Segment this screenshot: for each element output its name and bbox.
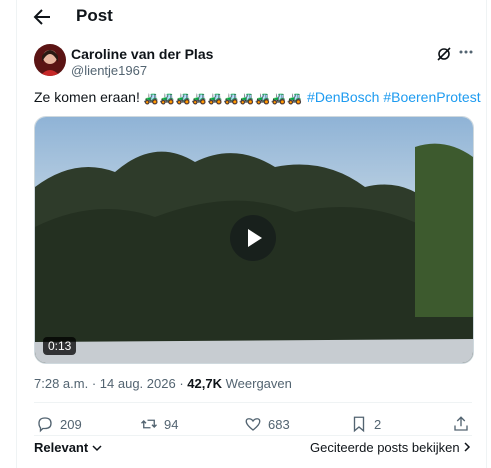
tractor-emoji-row: 🚜🚜🚜🚜🚜🚜🚜🚜🚜🚜 <box>143 91 304 105</box>
chevron-right-icon <box>464 442 471 452</box>
like-button[interactable]: 683 <box>244 414 290 434</box>
author-name[interactable]: Caroline van der Plas <box>71 46 213 62</box>
arrow-left-icon[interactable] <box>30 5 54 29</box>
divider-2 <box>34 435 472 436</box>
tweet-text: Ze komen eraan! 🚜🚜🚜🚜🚜🚜🚜🚜🚜🚜 #DenBosch #Bo… <box>34 89 481 105</box>
bookmark-icon <box>353 416 365 433</box>
hashtag-boerenprotest[interactable]: #BoerenProtest <box>383 89 480 105</box>
divider <box>34 402 472 403</box>
repost-button[interactable]: 94 <box>140 414 178 434</box>
reply-button[interactable]: 209 <box>36 414 82 434</box>
sort-label: Relevant <box>34 440 89 455</box>
avatar[interactable] <box>34 44 66 76</box>
play-icon <box>248 229 262 247</box>
post-header: Post <box>16 0 485 36</box>
repost-icon <box>141 419 157 429</box>
share-icon <box>454 416 468 431</box>
more-options-icon[interactable] <box>458 44 474 60</box>
grok-icon[interactable] <box>436 46 452 62</box>
bookmark-button[interactable]: 2 <box>350 414 381 434</box>
heart-icon <box>245 418 261 431</box>
page-title: Post <box>76 6 113 25</box>
hashtag-denbosch[interactable]: #DenBosch <box>307 89 379 105</box>
views-label: Weergaven <box>225 376 292 391</box>
tweet-body: Ze komen eraan! <box>34 89 140 105</box>
view-quotes-link[interactable]: Geciteerde posts bekijken <box>310 440 471 455</box>
like-count: 683 <box>268 416 290 432</box>
meta-separator: · <box>91 376 97 391</box>
post-time[interactable]: 7:28 a.m. <box>34 376 88 391</box>
meta-separator-2: · <box>179 376 184 391</box>
play-button[interactable] <box>230 215 276 261</box>
chevron-down-icon <box>92 445 102 452</box>
reply-icon <box>38 417 52 433</box>
post-meta: 7:28 a.m. · 14 aug. 2026 · 42,7K Weergav… <box>34 376 292 391</box>
video-duration: 0:13 <box>43 337 77 355</box>
author-handle[interactable]: @lientje1967 <box>71 63 147 78</box>
bookmark-count: 2 <box>374 416 382 432</box>
quotes-label: Geciteerde posts bekijken <box>310 440 460 455</box>
sort-replies-dropdown[interactable]: Relevant <box>34 440 102 455</box>
share-button[interactable] <box>452 414 470 434</box>
views-count: 42,7K <box>187 376 222 391</box>
repost-count: 94 <box>164 416 179 432</box>
post-date[interactable]: 14 aug. 2026 <box>100 376 176 391</box>
reply-count: 209 <box>60 416 82 432</box>
